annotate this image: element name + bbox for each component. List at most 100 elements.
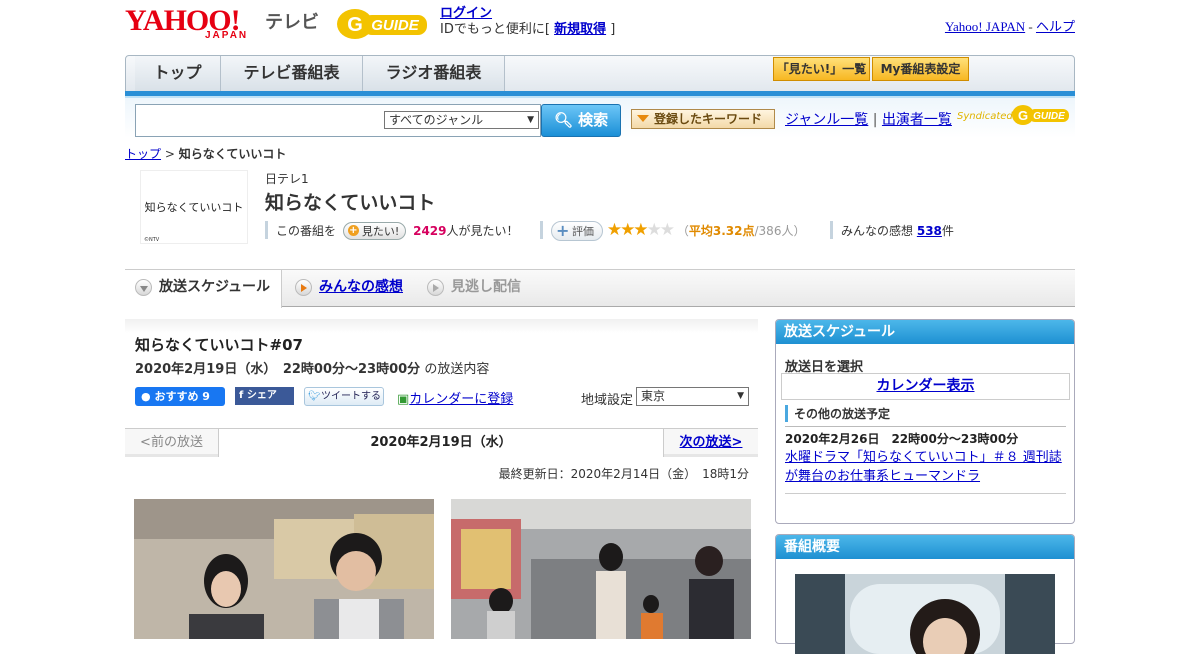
mitai-button[interactable]: + 見たい! (342, 222, 407, 240)
yahoo-logo-sub: JAPAN (205, 30, 249, 41)
login-link[interactable]: ログイン (440, 6, 492, 21)
chevron-down-icon: ▼ (527, 115, 534, 125)
breadcrumb: トップ > 知らなくていいコト (125, 145, 286, 162)
nav-tab-tv[interactable]: テレビ番組表 (221, 56, 363, 91)
genre-list-link[interactable]: ジャンル一覧 (785, 112, 868, 128)
tweet-button[interactable]: 🐦︎ ツイートする (304, 387, 384, 406)
tab-minogashi[interactable]: 見逃し配信 (417, 270, 521, 307)
my-bangumi-button[interactable]: My番組表設定 (872, 57, 969, 81)
region-label: 地域設定 (581, 393, 634, 408)
nav-tab-radio[interactable]: ラジオ番組表 (363, 56, 505, 91)
yahoo-japan-logo[interactable]: YAHOO! JAPAN (125, 6, 263, 42)
genre-select[interactable]: すべてのジャンル ▼ (384, 111, 539, 129)
breadcrumb-current: 知らなくていいコト (178, 147, 287, 161)
sidebar-overview-box: 番組概要 (775, 534, 1075, 654)
episode-date: 2020年2月19日（水） 22時00分～23時00分 の放送内容 (135, 358, 489, 377)
chevron-down-icon (135, 279, 152, 296)
tab-minogashi-label: 見逃し配信 (451, 279, 521, 295)
search-links: ジャンル一覧 | 出演者一覧 (785, 109, 952, 129)
registered-keyword-button[interactable]: 登録したキーワード (631, 109, 775, 129)
evaluate-button[interactable]: + 評価 (551, 221, 603, 241)
svg-text:G: G (1018, 108, 1028, 123)
prev-broadcast-button: <前の放送 (125, 429, 219, 457)
nav-tab-top[interactable]: トップ (135, 56, 221, 91)
top-link-separator: - (1028, 19, 1033, 34)
calendar-register-link[interactable]: カレンダーに登録 (409, 392, 513, 407)
facebook-f-icon: f (239, 390, 244, 401)
search-button-label: 検索 (578, 111, 609, 129)
episode-date-suffix: の放送内容 (424, 362, 490, 377)
kansou-prefix: みんなの感想 (841, 224, 914, 238)
divider (830, 221, 833, 239)
calendar-register: ▣カレンダーに登録 (397, 388, 513, 407)
breadcrumb-top-link[interactable]: トップ (125, 147, 161, 161)
avg-open: （ (676, 224, 689, 238)
performer-list-link[interactable]: 出演者一覧 (882, 112, 952, 128)
last-updated: 最終更新日：2020年2月14日（金） 18時1分 (498, 467, 749, 481)
divider (785, 426, 1066, 427)
help-link[interactable]: ヘルプ (1036, 19, 1075, 34)
facebook-icon: ● (141, 390, 151, 403)
divider (540, 221, 543, 239)
mitai-count: 2429 (413, 224, 447, 238)
episode-date-value: 2020年2月19日（水） 22時00分～23時00分 (135, 362, 421, 377)
mitai-row: この番組を + 見たい! 2429人が見たい！ (276, 222, 519, 240)
episode-title: 知らなくていいコト#07 (135, 336, 303, 354)
register-link[interactable]: 新規取得 (554, 22, 606, 37)
search-button[interactable]: 🔍︎ 検索 (541, 104, 621, 137)
twitter-bird-icon: 🐦︎ (308, 391, 321, 402)
breadcrumb-separator: > (164, 147, 175, 161)
episode-photo-2 (451, 499, 751, 639)
tab-minna[interactable]: みんなの感想 (285, 270, 403, 307)
chevron-down-icon: ▼ (737, 391, 744, 401)
stars-empty: ★★ (646, 220, 676, 240)
facebook-share-button[interactable]: f シェア (235, 387, 294, 405)
facebook-like-label: おすすめ 9 (154, 390, 210, 403)
kansou-count-link[interactable]: 538 (917, 224, 942, 238)
overview-image (795, 574, 1055, 654)
gguide-logo[interactable]: G GUIDE (333, 6, 433, 42)
program-station: 日テレ1 (265, 172, 309, 186)
calendar-display-link[interactable]: カレンダー表示 (781, 373, 1070, 400)
sidebar-overview-title: 番組概要 (776, 535, 1074, 559)
facebook-like-button[interactable]: ● おすすめ 9 (135, 387, 225, 406)
thumbnail-credit: ©NTV (144, 236, 160, 243)
other-broadcast-link[interactable]: 水曜ドラマ「知らなくていいコト」＃８ 週刊誌が舞台のお仕事系ヒューマンドラ (785, 448, 1070, 486)
tab-schedule[interactable]: 放送スケジュール (125, 270, 282, 308)
global-nav: トップ テレビ番組表 ラジオ番組表 「見たい!」一覧 My番組表設定 (125, 55, 1075, 92)
other-broadcasts-heading: その他の放送予定 (785, 405, 890, 422)
episode-photo-1 (134, 499, 434, 639)
tab-schedule-label: 放送スケジュール (159, 279, 271, 295)
tv-label: テレビ (265, 12, 319, 33)
id-text-suffix: ] (610, 22, 616, 37)
date-navigation: <前の放送 2020年2月19日（水） 次の放送> (125, 428, 758, 457)
svg-text:G: G (347, 14, 363, 36)
program-title: 知らなくていいコト (265, 192, 436, 214)
id-text-prefix: IDでもっと便利に[ (440, 22, 550, 37)
next-broadcast-link[interactable]: 次の放送> (663, 429, 758, 457)
top-right-links: Yahoo! JAPAN - ヘルプ (945, 16, 1075, 35)
current-broadcast-date: 2020年2月19日（水） (219, 429, 663, 457)
divider (785, 493, 1066, 494)
login-box: ログイン IDでもっと便利に[ 新規取得 ] (440, 6, 615, 38)
yahoo-japan-link[interactable]: Yahoo! JAPAN (945, 19, 1025, 34)
mitai-suffix: 人が見たい！ (446, 224, 519, 238)
play-icon (295, 279, 312, 296)
plus-icon: + (347, 225, 359, 236)
mitai-prefix: この番組を (276, 224, 337, 238)
play-icon (427, 279, 444, 296)
region-select[interactable]: 東京 ▼ (636, 387, 749, 406)
mitai-list-button[interactable]: 「見たい!」一覧 (773, 57, 870, 81)
tweet-label: ツイートする (321, 391, 381, 402)
program-tabs: 放送スケジュール みんなの感想 見逃し配信 (125, 269, 1075, 308)
calendar-add-icon: ▣ (397, 392, 410, 407)
search-link-separator: | (872, 112, 878, 128)
rating-average: （平均3.32点/386人） (677, 224, 806, 238)
evaluate-button-label: 評価 (572, 225, 594, 238)
syndicated-gguide-logo: G GUIDE (1011, 103, 1071, 131)
stars-filled: ★★★ (606, 220, 649, 240)
search-icon: 🔍︎ (553, 111, 573, 129)
sidebar-schedule-box: 放送スケジュール 放送日を選択 カレンダー表示 その他の放送予定 2020年2月… (775, 319, 1075, 524)
kansou-row: みんなの感想 538件 (841, 222, 954, 239)
tab-minna-label: みんなの感想 (319, 279, 403, 295)
